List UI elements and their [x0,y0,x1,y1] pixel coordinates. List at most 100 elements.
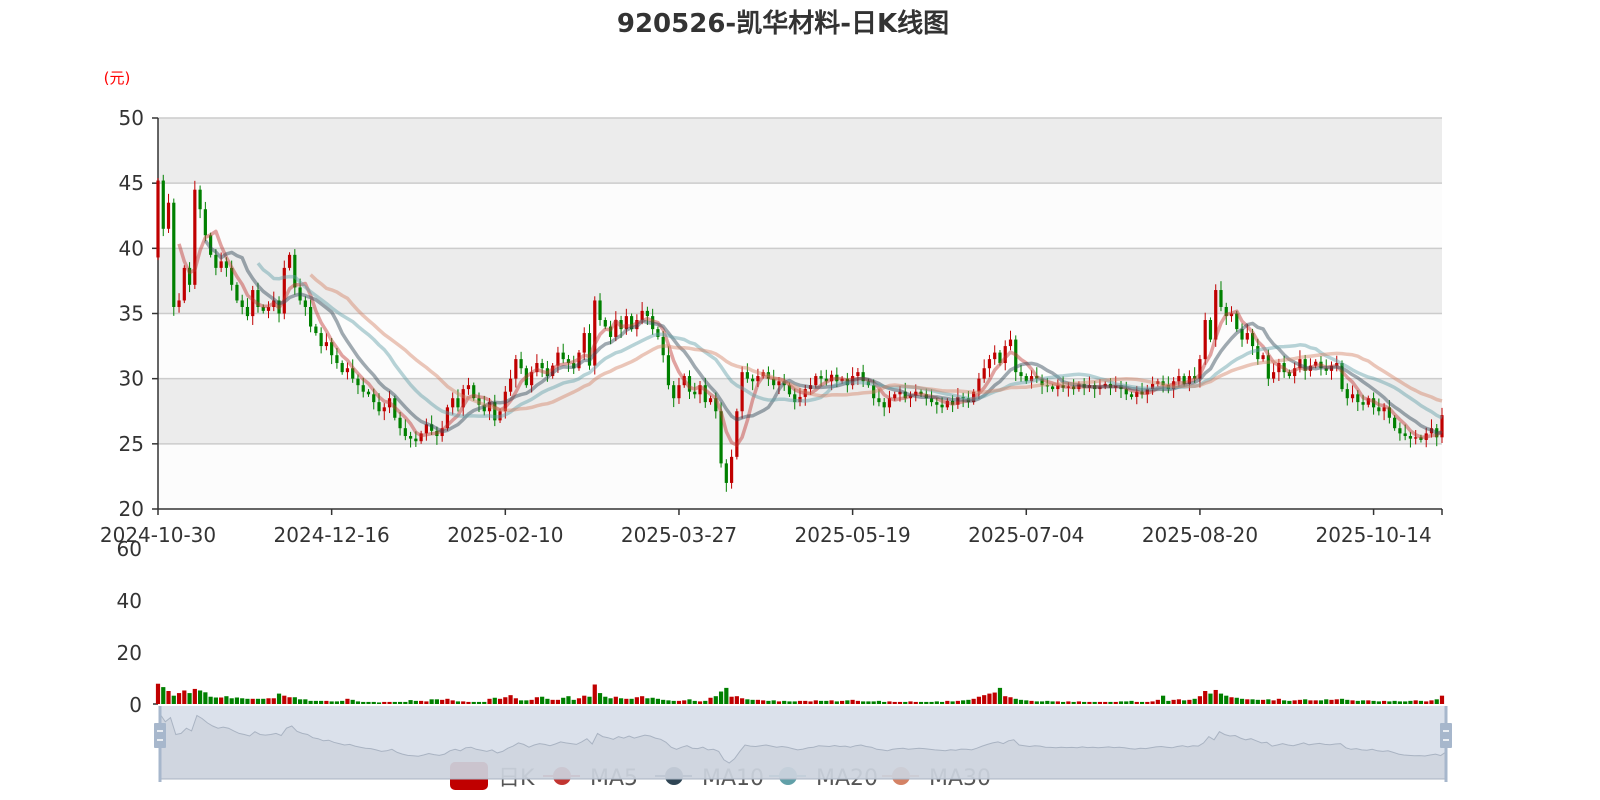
volume-bar [1082,701,1087,704]
volume-bar [613,696,618,704]
volume-bar [1287,700,1292,704]
volume-bar [524,700,529,704]
volume-bar [1160,695,1166,704]
volume-bar [340,700,345,704]
candle-body [319,333,323,347]
candle-body [324,342,328,347]
split-area [158,443,1442,509]
volume-bar [1239,698,1245,704]
candle-body [372,394,376,403]
volume-bar [1234,697,1239,704]
volume-bar [1061,701,1066,704]
candle-body [161,180,165,229]
volume-bar [1050,701,1055,704]
volume-bar [1045,700,1050,704]
candle-body [1245,333,1249,340]
x-tick-label: 2025-10-14 [1315,523,1431,547]
candle-body [219,261,223,268]
data-zoom-slider[interactable] [154,706,1452,782]
candle [287,252,292,271]
candle-body [1403,433,1407,437]
grip-icon [1440,723,1452,748]
candle-body [1377,407,1381,412]
volume-bar [1424,701,1429,704]
volume-tick-label: 60 [117,537,142,561]
volume-bar [987,693,992,704]
candle [1208,317,1213,343]
volume-bar [703,700,708,704]
candle-body [1129,394,1134,397]
volume-bar [1255,699,1260,704]
candle-body [1261,355,1265,360]
volume-bar [913,701,918,704]
volume-bar [166,691,171,704]
volume-bar [582,695,587,704]
x-axis: 2024-10-30 2024-12-16 2025-02-10 2025-03-27… [100,508,1443,547]
volume-bar [1397,701,1403,704]
volume-bar [1355,700,1360,704]
candle-body [177,300,181,307]
volume-bar [1345,699,1350,704]
candle-body [287,254,292,268]
candle-body [198,189,202,210]
candle-body [645,310,649,317]
volume-bar [234,697,240,704]
x-tick-label: 2025-07-04 [968,523,1084,547]
volume-bar [1113,701,1118,704]
candle-body [1177,376,1181,382]
volume-bar [1324,699,1329,704]
volume-bar [1413,700,1418,704]
volume-bar [366,701,371,704]
volume-bar [766,700,771,704]
volume-bar [1382,700,1387,704]
volume-bar [240,698,245,704]
candle-body [1345,389,1349,399]
candle-body [740,372,744,412]
volume-bar [445,698,450,704]
volume-bar [503,697,508,704]
volume-bar [345,698,350,704]
volume-bar [918,701,924,704]
candle-body [382,407,386,412]
volume-bar [640,696,645,704]
candle-body [677,385,681,399]
volume-bar [1434,699,1439,704]
candle-body [414,438,418,442]
volume-bar [466,701,471,704]
volume-bar [529,699,534,704]
volume-bar [518,700,524,704]
volume-bar [292,697,297,704]
candle-body [508,378,513,392]
volume-bar [939,701,945,704]
volume-bar [155,683,161,704]
candle-body [693,391,697,395]
volume-bar [245,698,250,704]
volume-bar [1313,700,1318,704]
volume-bar [845,700,850,704]
volume-bar [397,701,403,704]
candle-body [514,359,518,379]
y-tick-label: 50 [119,106,144,130]
volume-bar [676,700,682,704]
volume-bar [534,697,539,704]
volume-bar [692,700,697,704]
volume-y-axis: 60 40 20 0 [117,537,158,717]
volume-bar [1192,698,1197,704]
volume-bar [492,697,497,704]
candle-body [214,254,218,268]
candle-body [345,368,350,373]
candle-body [1256,346,1260,360]
volume-bar [1308,700,1313,704]
candle-body [561,352,565,360]
volume-bar [545,698,550,704]
volume-bar [697,701,703,704]
volume-bar [818,700,824,704]
volume-bar [461,701,466,704]
candle-body [940,404,944,408]
volume-bar [361,701,366,704]
volume-bar [1303,699,1308,704]
volume-bar [276,693,282,704]
volume-bar [934,701,939,704]
candle-body [729,456,734,483]
volume-bar [1271,700,1276,704]
